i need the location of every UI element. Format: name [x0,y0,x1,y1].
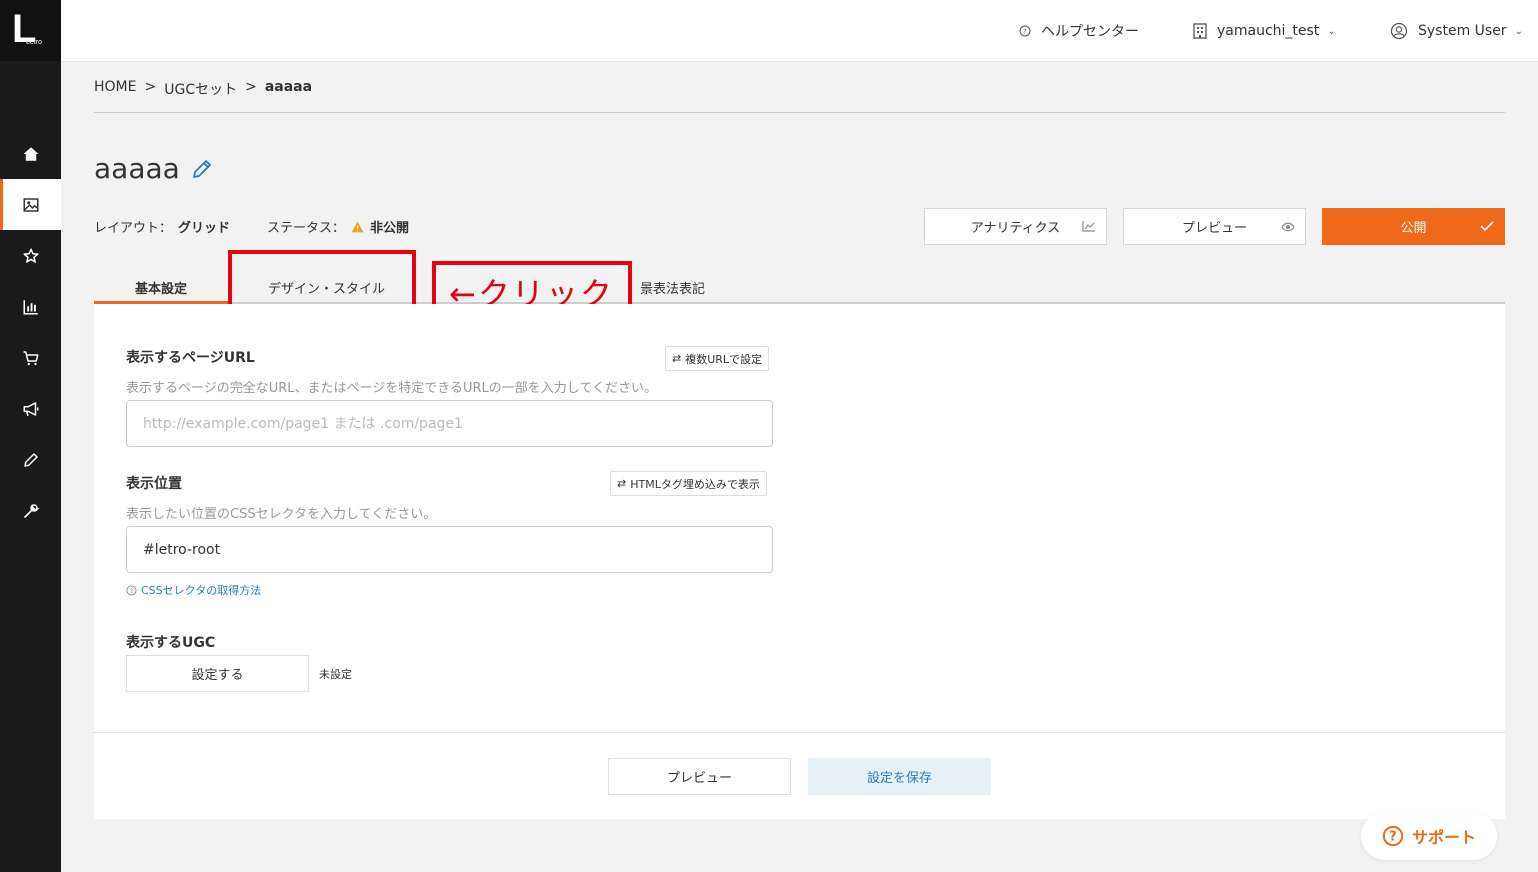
cart-icon [23,350,38,365]
user-name: System User [1418,23,1507,39]
help-circle-icon: ? [126,584,137,596]
publish-button[interactable]: 公開 [1322,208,1505,245]
swap-arrows-icon: ⇄ [672,352,682,365]
analytics-button-label: アナリティクス [970,221,1061,236]
edit-pencil-icon[interactable] [190,157,214,181]
footer-divider [94,732,1505,733]
svg-text:?: ? [1389,830,1396,845]
publish-button-label: 公開 [1400,221,1427,236]
check-icon [1480,221,1494,232]
breadcrumb-ugc-set[interactable]: UGCセット [164,79,237,99]
svg-text:?: ? [130,587,133,594]
sidebar-item-shop[interactable] [0,332,61,383]
html-embed-label: HTMLタグ埋め込みで表示 [630,477,760,491]
logo[interactable]: L Letro [0,0,61,61]
sidebar-item-ugc[interactable] [0,179,61,230]
multiple-url-label: 複数URLで設定 [685,352,763,366]
megaphone-icon [23,401,38,416]
bar-chart-icon [23,299,38,314]
star-icon [23,248,38,263]
account-switcher[interactable]: yamauchi_test ⌄ [1193,20,1336,42]
chevron-down-icon: ⌄ [1327,25,1336,37]
sidebar-item-home[interactable] [0,128,61,179]
building-icon [1193,23,1207,39]
breadcrumb-home[interactable]: HOME [94,79,136,99]
configure-ugc-button[interactable]: 設定する [126,655,309,692]
multiple-url-button[interactable]: ⇄ 複数URLで設定 [665,346,770,371]
home-icon [23,146,38,161]
sidebar-item-campaign[interactable] [0,383,61,434]
page-url-label: 表示するページURL [126,350,255,366]
sidebar-item-analytics[interactable] [0,281,61,332]
account-name: yamauchi_test [1217,23,1320,39]
css-selector-help-text: CSSセレクタの取得方法 [141,584,262,597]
page-title-text: aaaaa [94,152,180,185]
top-header: ? ヘルプセンター yamauchi_test ⌄ System User ⌄ [61,0,1538,62]
layout-label: レイアウト： [94,221,173,236]
css-selector-help-link[interactable]: ? CSSセレクタの取得方法 [126,582,261,598]
support-label: サポート [1411,828,1476,847]
page-title: aaaaa [94,152,214,185]
help-circle-icon: ? [1019,25,1031,37]
breadcrumb-current: aaaaa [264,79,313,95]
pencil-icon [23,452,38,467]
help-center-link[interactable]: ? ヘルプセンター [1019,20,1139,42]
display-position-description: 表示したい位置のCSSセレクタを入力してください。 [126,507,437,522]
svg-text:?: ? [1023,28,1026,36]
user-icon [1390,22,1408,40]
tab-legal-notation[interactable]: 景表法表記 [640,278,705,304]
eye-icon [1281,222,1295,232]
sidebar-item-design[interactable] [0,434,61,485]
preview-button-label: プレビュー [1181,221,1247,236]
save-settings-button[interactable]: 設定を保存 [808,758,991,795]
help-center-label: ヘルプセンター [1041,24,1139,40]
user-menu[interactable]: System User ⌄ [1390,20,1523,42]
status-info: ステータス： 非公開 [267,217,409,236]
display-ugc-label: 表示するUGC [126,635,216,651]
breadcrumb-separator: > [245,79,257,95]
layout-value: グリッド [178,221,231,236]
wrench-icon [23,503,40,518]
breadcrumb-separator: > [144,79,157,95]
analytics-button[interactable]: アナリティクス [924,208,1107,245]
sidebar-item-settings[interactable] [0,485,61,536]
status-value: 非公開 [370,221,410,236]
warning-icon [351,221,364,232]
display-position-label: 表示位置 [126,476,182,492]
sidebar-nav [0,128,61,536]
trend-chart-icon [1082,221,1095,232]
logo-text: Letro [26,39,42,46]
sidebar: L Letro [0,0,61,872]
swap-arrows-icon: ⇄ [617,477,627,490]
css-selector-input[interactable] [126,526,773,573]
breadcrumb-divider [94,112,1505,113]
image-icon [23,197,38,212]
preview-button[interactable]: プレビュー [1123,208,1306,245]
html-embed-button[interactable]: ⇄ HTMLタグ埋め込みで表示 [610,471,767,496]
question-circle-icon: ? [1382,825,1404,847]
page-url-description: 表示するページの完全なURL、またはページを特定できるURLの一部を入力してくだ… [126,381,658,396]
ugc-status-text: 未設定 [319,668,352,681]
breadcrumb: HOME > UGCセット > aaaaa [94,79,312,99]
page-url-input[interactable] [126,400,773,447]
support-button[interactable]: ? サポート [1361,812,1497,860]
footer-preview-button[interactable]: プレビュー [608,758,791,795]
status-label: ステータス： [267,221,346,236]
sidebar-item-favorites[interactable] [0,230,61,281]
chevron-down-icon: ⌄ [1514,25,1523,37]
layout-info: レイアウト： グリッド [94,217,230,236]
